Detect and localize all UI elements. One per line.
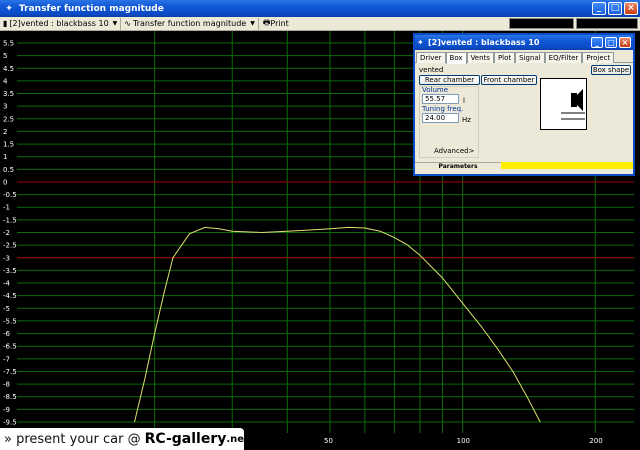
tuning-unit: Hz (462, 116, 471, 124)
watermark-banner: » present your car @ RC-gallery .net (0, 428, 249, 450)
y-tick-label: 2 (3, 128, 7, 136)
x-tick-label: 50 (324, 437, 333, 445)
y-tick-label: 0.5 (3, 166, 14, 174)
toolbar: ▮ [2]vented : blackbass 10 ▼ ∿ Transfer … (0, 17, 640, 31)
y-tick-label: -5 (3, 305, 10, 313)
y-tick-label: -5.5 (3, 317, 17, 325)
dialog-tabs: Driver Box Vents Plot Signal EQ/Filter P… (415, 52, 633, 64)
box-type-label: vented (419, 66, 444, 74)
title-bar: ✦ Transfer function magnitude _ □ × (0, 0, 640, 17)
tuning-field[interactable]: 24.00 (422, 113, 459, 123)
view-combo-label: Transfer function magnitude (132, 19, 247, 28)
status-field-1 (509, 18, 574, 29)
y-tick-label: 2.5 (3, 115, 14, 123)
dialog-close-button[interactable]: × (619, 37, 631, 48)
y-tick-label: 0 (3, 178, 7, 186)
dialog-icon: ✦ (417, 38, 424, 47)
dialog-title: [2]vented : blackbass 10 (428, 38, 540, 47)
volume-field[interactable]: 55.57 (422, 94, 459, 104)
dialog-maximize-button[interactable]: □ (605, 37, 617, 48)
dialog-minimize-button[interactable]: _ (591, 37, 603, 48)
y-tick-label: -2.5 (3, 242, 17, 250)
maximize-button[interactable]: □ (608, 2, 622, 15)
project-combo-label: [2]vented : blackbass 10 (9, 19, 109, 28)
watermark-prefix: » present your car @ (4, 431, 141, 447)
box-diagram (540, 78, 587, 130)
tab-plot[interactable]: Plot (493, 52, 516, 63)
status-progress (501, 162, 633, 169)
y-tick-label: -7.5 (3, 368, 17, 376)
chevron-down-icon: ▼ (112, 20, 118, 27)
y-tick-label: -9.5 (3, 419, 17, 427)
dialog-title-bar: ✦ [2]vented : blackbass 10 _ □ × (415, 35, 633, 50)
response-curve (134, 226, 541, 423)
y-tick-label: -4 (3, 280, 11, 288)
y-tick-label: 5 (3, 52, 7, 60)
y-tick-label: 1.5 (3, 141, 14, 149)
minimize-button[interactable]: _ (592, 2, 606, 15)
y-tick-label: 5.5 (3, 40, 14, 48)
y-tick-label: -6 (3, 330, 11, 338)
y-tick-label: -1.5 (3, 216, 17, 224)
y-tick-label: -6.5 (3, 343, 17, 351)
y-tick-label: -8 (3, 381, 10, 389)
tab-signal[interactable]: Signal (515, 52, 545, 63)
chevron-down-icon: ▼ (250, 20, 255, 27)
y-tick-label: 1 (3, 153, 7, 161)
view-combo[interactable]: ∿ Transfer function magnitude ▼ (121, 17, 259, 30)
y-tick-label: 3 (3, 103, 7, 111)
tab-project[interactable]: Project (582, 52, 615, 63)
print-label: Print (270, 19, 289, 28)
wave-icon: ∿ (124, 19, 131, 28)
watermark-brand: RC-gallery (144, 431, 227, 447)
watermark-tld: .net (226, 433, 249, 445)
y-tick-label: 3.5 (3, 90, 14, 98)
front-chamber-button[interactable]: Front chamber (481, 75, 537, 85)
y-tick-label: -3.5 (3, 267, 17, 275)
window-title: Transfer function magnitude (19, 3, 164, 14)
print-button[interactable]: 🖶 Print (259, 17, 293, 31)
y-tick-label: -7 (3, 355, 10, 363)
y-tick-label: -9 (3, 406, 10, 414)
y-tick-label: -0.5 (3, 191, 17, 199)
advanced-link[interactable]: Advanced> (434, 147, 474, 155)
tuning-label: Tuning freq. (422, 105, 464, 113)
box-dialog: ✦ [2]vented : blackbass 10 _ □ × Driver … (413, 33, 635, 176)
app-icon: ✦ (5, 3, 13, 14)
close-button[interactable]: × (624, 2, 638, 15)
tab-driver[interactable]: Driver (416, 52, 446, 63)
y-tick-label: -4.5 (3, 292, 17, 300)
volume-unit: l (463, 97, 465, 105)
box-shape-icon (561, 89, 585, 120)
y-tick-label: 4 (3, 77, 8, 85)
y-tick-label: -8.5 (3, 393, 17, 401)
x-tick-label: 200 (589, 437, 602, 445)
box-tab-panel: vented Box shape Rear chamber Front cham… (415, 63, 633, 170)
speaker-icon: ▮ (3, 19, 8, 28)
y-tick-label: -2 (3, 229, 10, 237)
app-window: ✦ Transfer function magnitude _ □ × ▮ [2… (0, 0, 640, 450)
volume-label: Volume (422, 86, 449, 94)
y-tick-label: -3 (3, 254, 10, 262)
rear-chamber-button[interactable]: Rear chamber (419, 75, 480, 85)
y-tick-label: 4.5 (3, 65, 14, 73)
printer-icon: 🖶 (262, 17, 271, 27)
box-shape-button[interactable]: Box shape (591, 65, 631, 75)
x-tick-label: 100 (457, 437, 470, 445)
tab-vents[interactable]: Vents (466, 52, 494, 63)
dialog-status-bar: Parameters (415, 162, 633, 170)
tab-eq-filter[interactable]: EQ/Filter (544, 52, 583, 63)
status-label: Parameters (415, 162, 501, 170)
y-tick-label: -1 (3, 204, 10, 212)
status-field-2 (576, 18, 638, 29)
project-combo[interactable]: ▮ [2]vented : blackbass 10 ▼ (0, 17, 122, 30)
